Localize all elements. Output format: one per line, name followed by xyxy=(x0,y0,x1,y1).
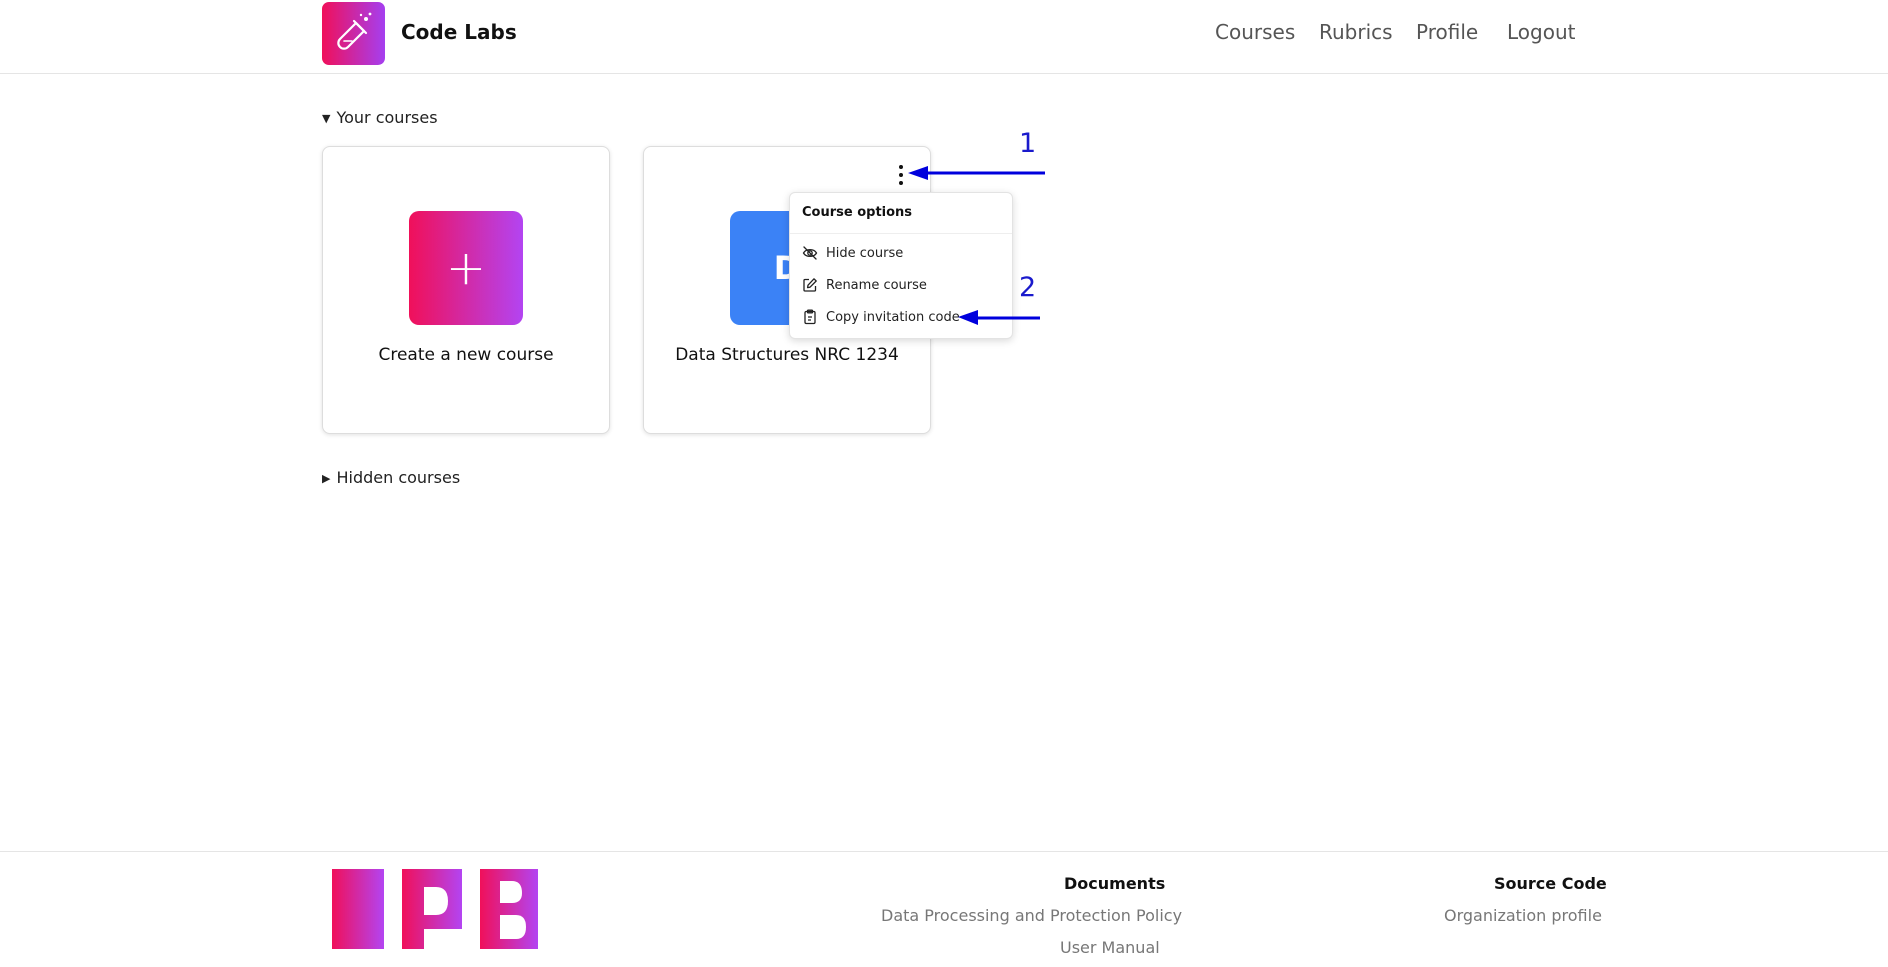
menu-item-rename-course[interactable]: Rename course xyxy=(802,277,927,293)
test-tube-icon xyxy=(336,12,371,50)
nav-courses[interactable]: Courses xyxy=(1215,20,1295,44)
nav-logout[interactable]: Logout xyxy=(1507,20,1575,44)
link-data-protection-policy[interactable]: Data Processing and Protection Policy xyxy=(881,906,1182,925)
menu-title: Course options xyxy=(802,205,913,220)
app-logo[interactable] xyxy=(322,2,385,65)
annotation-number-1: 1 xyxy=(1019,128,1037,159)
nav-rubrics[interactable]: Rubrics xyxy=(1319,20,1393,44)
create-course-card[interactable]: + Create a new course xyxy=(322,146,610,434)
menu-item-label: Hide course xyxy=(826,245,904,261)
brand-name[interactable]: Code Labs xyxy=(401,20,517,44)
caret-right-icon: ▶ xyxy=(322,472,331,485)
your-courses-toggle[interactable]: ▼ Your courses xyxy=(322,108,438,127)
plus-icon: + xyxy=(409,211,523,325)
hidden-courses-label: Hidden courses xyxy=(336,468,461,487)
menu-divider xyxy=(790,233,1012,234)
link-user-manual[interactable]: User Manual xyxy=(1060,938,1160,957)
course-options-icon[interactable] xyxy=(896,165,906,185)
link-organization-profile[interactable]: Organization profile xyxy=(1444,906,1602,925)
course-name: Data Structures NRC 1234 xyxy=(675,345,899,365)
your-courses-label: Your courses xyxy=(336,108,438,127)
documents-heading: Documents xyxy=(1064,874,1166,893)
nav-profile[interactable]: Profile xyxy=(1416,20,1478,44)
top-navbar: Code Labs Courses Rubrics Profile Logout xyxy=(0,0,1888,74)
menu-item-hide-course[interactable]: Hide course xyxy=(802,245,903,261)
annotation-number-2: 2 xyxy=(1019,272,1037,303)
course-options-menu: Course options Hide course Rename course xyxy=(789,192,1013,339)
hidden-courses-toggle[interactable]: ▶ Hidden courses xyxy=(322,468,460,487)
clipboard-icon xyxy=(804,309,816,325)
source-code-heading: Source Code xyxy=(1494,874,1607,893)
footer: Documents Data Processing and Protection… xyxy=(0,851,1888,967)
upb-logo xyxy=(312,869,538,949)
menu-item-copy-invitation-code[interactable]: Copy invitation code xyxy=(802,309,960,325)
edit-icon xyxy=(803,278,817,292)
menu-item-label: Rename course xyxy=(826,277,927,293)
create-course-label: Create a new course xyxy=(378,345,554,365)
eye-off-icon xyxy=(802,246,818,260)
annotation-arrows xyxy=(908,166,1045,325)
caret-down-icon: ▼ xyxy=(322,112,331,125)
menu-item-label: Copy invitation code xyxy=(826,309,960,325)
